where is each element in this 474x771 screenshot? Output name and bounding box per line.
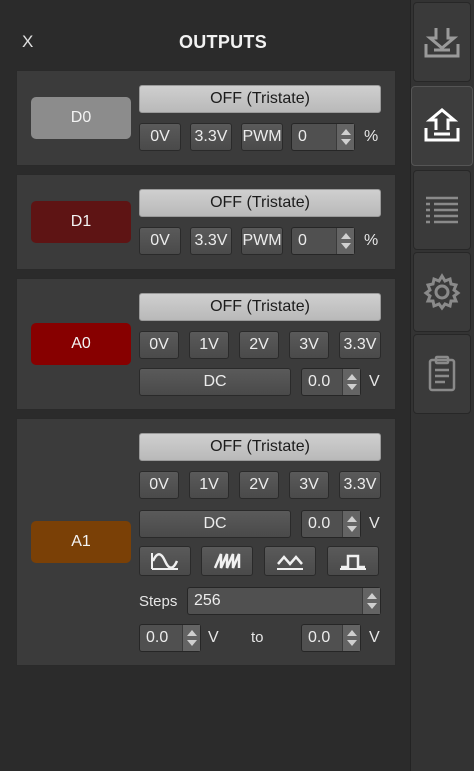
outputs-panel: X OUTPUTS D0 OFF (Tristate) 0V 3.3V PWM …: [0, 0, 410, 771]
set-3v-button[interactable]: 3V: [289, 331, 329, 359]
volt-unit: V: [369, 515, 380, 532]
set-2v-button[interactable]: 2V: [239, 471, 279, 499]
panel-title: OUTPUTS: [178, 32, 268, 52]
spin-arrows: [336, 124, 354, 150]
off-tristate-button[interactable]: OFF (Tristate): [139, 433, 381, 461]
close-button[interactable]: X: [22, 32, 33, 52]
spin-arrows: [342, 511, 360, 537]
set-0v-button[interactable]: 0V: [139, 331, 179, 359]
dc-voltage-spinbox[interactable]: 0.0: [301, 510, 361, 538]
output-card-d0: D0 OFF (Tristate) 0V 3.3V PWM 0 %: [16, 70, 396, 166]
increment-arrow-icon[interactable]: [347, 630, 357, 636]
spin-arrows: [342, 369, 360, 395]
percent-unit: %: [364, 232, 379, 249]
sweep-from-spinbox[interactable]: 0.0: [139, 624, 201, 652]
dc-button[interactable]: DC: [139, 510, 291, 538]
triangle-wave-button[interactable]: [264, 546, 316, 576]
tab-notes[interactable]: [413, 334, 471, 414]
set-1v-button[interactable]: 1V: [189, 331, 229, 359]
inputs-tray-icon: [424, 28, 460, 58]
output-card-d1: D1 OFF (Tristate) 0V 3.3V PWM 0 %: [16, 174, 396, 270]
pwm-button[interactable]: PWM: [241, 227, 283, 255]
increment-arrow-icon[interactable]: [187, 630, 197, 636]
set-0v-button[interactable]: 0V: [139, 227, 181, 255]
outputs-tray-icon: [424, 108, 460, 142]
set-3v3-button[interactable]: 3.3V: [190, 123, 232, 151]
steps-spinbox[interactable]: 256: [187, 587, 381, 615]
set-3v3-button[interactable]: 3.3V: [190, 227, 232, 255]
tab-inputs[interactable]: [413, 2, 471, 82]
clipboard-icon: [428, 355, 456, 392]
steps-label: Steps: [139, 593, 178, 610]
set-1v-button[interactable]: 1V: [189, 471, 229, 499]
sawtooth-wave-icon: [213, 553, 241, 569]
dc-voltage-value[interactable]: 0.0: [308, 511, 330, 537]
sawtooth-wave-button[interactable]: [201, 546, 253, 576]
tab-log[interactable]: [413, 170, 471, 250]
set-0v-button[interactable]: 0V: [139, 123, 181, 151]
pin-button-d0[interactable]: D0: [31, 97, 131, 139]
volt-unit: V: [369, 629, 380, 646]
increment-arrow-icon[interactable]: [341, 233, 351, 239]
sweep-from-value[interactable]: 0.0: [146, 625, 168, 651]
tab-outputs[interactable]: [411, 86, 473, 166]
pwm-button[interactable]: PWM: [241, 123, 283, 151]
decrement-arrow-icon[interactable]: [347, 526, 357, 532]
volt-unit: V: [369, 373, 380, 390]
to-label: to: [251, 629, 264, 646]
decrement-arrow-icon[interactable]: [347, 640, 357, 646]
square-wave-icon: [340, 554, 366, 570]
set-0v-button[interactable]: 0V: [139, 471, 179, 499]
off-tristate-button[interactable]: OFF (Tristate): [139, 189, 381, 217]
steps-value[interactable]: 256: [194, 588, 221, 614]
increment-arrow-icon[interactable]: [347, 374, 357, 380]
decrement-arrow-icon[interactable]: [367, 603, 377, 609]
spin-arrows: [362, 588, 380, 614]
tab-settings[interactable]: [413, 252, 471, 332]
decrement-arrow-icon[interactable]: [187, 640, 197, 646]
sine-wave-icon: [151, 553, 179, 570]
output-card-a0: A0 OFF (Tristate) 0V 1V 2V 3V 3.3V DC 0.…: [16, 278, 396, 410]
square-wave-button[interactable]: [327, 546, 379, 576]
dc-voltage-spinbox[interactable]: 0.0: [301, 368, 361, 396]
output-card-a1: A1 OFF (Tristate) 0V 1V 2V 3V 3.3V DC 0.…: [16, 418, 396, 666]
decrement-arrow-icon[interactable]: [341, 243, 351, 249]
decrement-arrow-icon[interactable]: [347, 384, 357, 390]
gear-icon: [423, 273, 461, 311]
dc-voltage-value[interactable]: 0.0: [308, 369, 330, 395]
increment-arrow-icon[interactable]: [347, 516, 357, 522]
sine-wave-button[interactable]: [139, 546, 191, 576]
triangle-wave-icon: [277, 555, 303, 570]
pin-button-a1[interactable]: A1: [31, 521, 131, 563]
off-tristate-button[interactable]: OFF (Tristate): [139, 85, 381, 113]
tab-sidebar: [410, 0, 474, 771]
increment-arrow-icon[interactable]: [367, 593, 377, 599]
increment-arrow-icon[interactable]: [341, 129, 351, 135]
decrement-arrow-icon[interactable]: [341, 139, 351, 145]
set-3v3-button[interactable]: 3.3V: [339, 471, 381, 499]
spin-arrows: [336, 228, 354, 254]
sweep-to-spinbox[interactable]: 0.0: [301, 624, 361, 652]
pwm-duty-value[interactable]: 0: [298, 228, 307, 254]
list-icon: [426, 196, 458, 224]
pin-button-a0[interactable]: A0: [31, 323, 131, 365]
spin-arrows: [182, 625, 200, 651]
pwm-duty-spinbox[interactable]: 0: [291, 123, 355, 151]
set-2v-button[interactable]: 2V: [239, 331, 279, 359]
pwm-duty-spinbox[interactable]: 0: [291, 227, 355, 255]
off-tristate-button[interactable]: OFF (Tristate): [139, 293, 381, 321]
set-3v3-button[interactable]: 3.3V: [339, 331, 381, 359]
pin-button-d1[interactable]: D1: [31, 201, 131, 243]
set-3v-button[interactable]: 3V: [289, 471, 329, 499]
volt-unit: V: [208, 629, 219, 646]
percent-unit: %: [364, 128, 379, 145]
pwm-duty-value[interactable]: 0: [298, 124, 307, 150]
dc-button[interactable]: DC: [139, 368, 291, 396]
sweep-to-value[interactable]: 0.0: [308, 625, 330, 651]
spin-arrows: [342, 625, 360, 651]
